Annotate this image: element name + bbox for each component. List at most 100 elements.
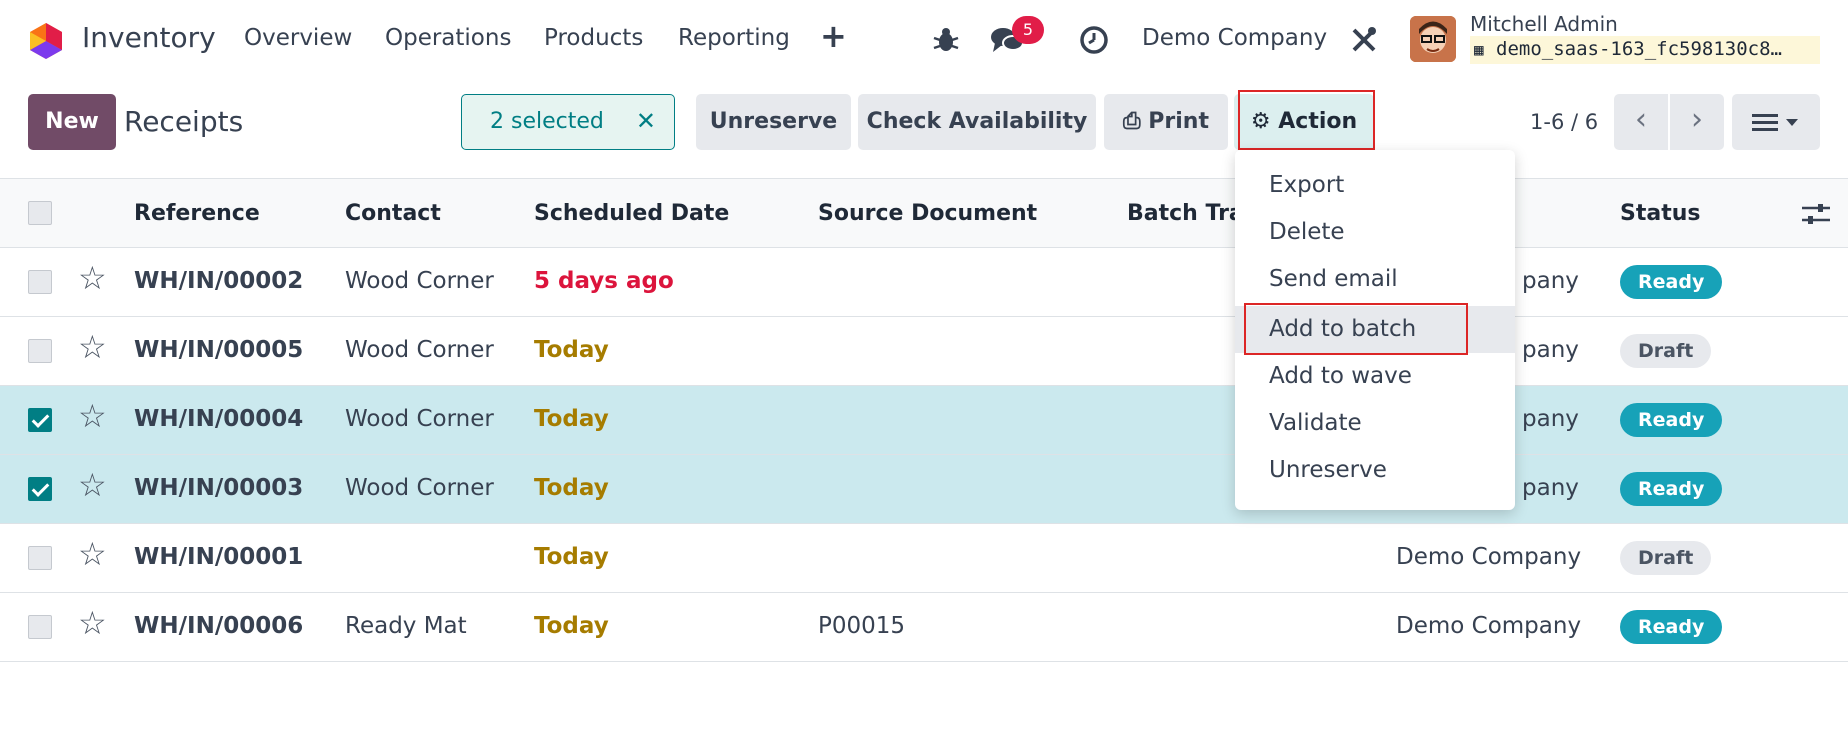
star-icon[interactable]: ☆: [78, 607, 107, 639]
menu-delete[interactable]: Delete: [1235, 209, 1515, 256]
star-icon[interactable]: ☆: [78, 400, 107, 432]
menu-validate[interactable]: Validate: [1235, 400, 1515, 447]
page-title[interactable]: Receipts: [124, 105, 243, 138]
star-icon[interactable]: ☆: [78, 331, 107, 363]
add-to-batch-highlight: [1244, 303, 1468, 355]
pager-value[interactable]: 1-6 / 6: [1530, 110, 1598, 134]
row-checkbox[interactable]: [28, 408, 52, 432]
action-dropdown-menu: Export Delete Send email Add to batch Ad…: [1235, 150, 1515, 510]
status-badge: Draft: [1620, 334, 1712, 368]
row-scheduled-date: Today: [534, 406, 609, 432]
menu-add-to-wave[interactable]: Add to wave: [1235, 353, 1515, 400]
row-reference: WH/IN/00005: [134, 337, 304, 363]
table-row[interactable]: ☆ WH/IN/00002 Wood Corner 5 days ago pany Rea…: [0, 248, 1848, 317]
row-checkbox[interactable]: [28, 339, 52, 363]
row-company: pany: [1522, 337, 1579, 363]
column-contact[interactable]: Contact: [345, 201, 441, 226]
selected-count: 2 selected: [490, 109, 604, 134]
menu-export[interactable]: Export: [1235, 162, 1515, 209]
row-company: pany: [1522, 406, 1579, 432]
print-label: Print: [1148, 109, 1209, 134]
optional-columns-icon[interactable]: [1802, 201, 1830, 227]
row-contact: Wood Corner: [345, 268, 494, 294]
menu-reporting[interactable]: Reporting: [678, 25, 790, 51]
row-reference: WH/IN/00006: [134, 613, 304, 639]
row-checkbox[interactable]: [28, 615, 52, 639]
star-icon[interactable]: ☆: [78, 262, 107, 294]
star-icon[interactable]: ☆: [78, 538, 107, 570]
table-row[interactable]: ☆ WH/IN/00004 Wood Corner Today pany Ready: [0, 386, 1848, 455]
row-contact: Wood Corner: [345, 406, 494, 432]
status-badge: Ready: [1620, 610, 1723, 644]
selection-chip[interactable]: 2 selected ✕: [461, 94, 675, 150]
table-row[interactable]: ☆ WH/IN/00003 Wood Corner Today pany Ready: [0, 455, 1848, 524]
select-all-checkbox[interactable]: [28, 201, 52, 225]
row-contact: Ready Mat: [345, 613, 467, 639]
unreserve-button[interactable]: Unreserve: [696, 94, 851, 150]
control-panel: New Receipts 2 selected ✕ Unreserve Chec…: [0, 78, 1848, 178]
odoo-app-icon[interactable]: [28, 22, 64, 60]
list-view-icon: [1752, 114, 1798, 131]
column-source-document[interactable]: Source Document: [818, 201, 1037, 226]
pager-next-button[interactable]: ›: [1670, 94, 1724, 150]
table-row[interactable]: ☆ WH/IN/00006 Ready Mat Today P00015 Demo Com…: [0, 593, 1848, 662]
plus-icon[interactable]: +: [820, 20, 847, 52]
action-highlight: [1238, 90, 1375, 150]
database-name-text: demo_saas-163_fc598130c8…: [1496, 38, 1782, 60]
clock-icon[interactable]: [1078, 24, 1110, 56]
menu-overview[interactable]: Overview: [244, 25, 352, 51]
row-company: pany: [1522, 475, 1579, 501]
table-header: Reference Contact Scheduled Date Source …: [0, 178, 1848, 248]
top-navbar: Inventory Overview Operations Products R…: [0, 0, 1848, 78]
clear-selection-icon[interactable]: ✕: [636, 107, 656, 135]
row-company: pany: [1522, 268, 1579, 294]
table-row[interactable]: ☆ WH/IN/00001 Today Demo Company Draft: [0, 524, 1848, 593]
tools-icon[interactable]: [1348, 24, 1380, 56]
company-switcher[interactable]: Demo Company: [1142, 25, 1327, 51]
print-button[interactable]: ⎙ Print: [1104, 94, 1228, 150]
menu-products[interactable]: Products: [544, 25, 643, 51]
row-checkbox[interactable]: [28, 477, 52, 501]
column-reference[interactable]: Reference: [134, 201, 260, 226]
user-avatar[interactable]: [1410, 16, 1456, 62]
row-contact: Wood Corner: [345, 475, 494, 501]
table-row[interactable]: ☆ WH/IN/00005 Wood Corner Today pany Draft: [0, 317, 1848, 386]
menu-unreserve[interactable]: Unreserve: [1235, 447, 1515, 494]
row-scheduled-date: Today: [534, 337, 609, 363]
status-badge: Ready: [1620, 403, 1723, 437]
row-scheduled-date: 5 days ago: [534, 268, 674, 294]
pager-previous-button[interactable]: ‹: [1614, 94, 1668, 150]
app-name[interactable]: Inventory: [82, 21, 216, 54]
row-scheduled-date: Today: [534, 613, 609, 639]
row-contact: Wood Corner: [345, 337, 494, 363]
row-reference: WH/IN/00004: [134, 406, 304, 432]
row-checkbox[interactable]: [28, 270, 52, 294]
star-icon[interactable]: ☆: [78, 469, 107, 501]
bug-icon[interactable]: [930, 24, 962, 56]
row-reference: WH/IN/00002: [134, 268, 304, 294]
menu-operations[interactable]: Operations: [385, 25, 511, 51]
row-reference: WH/IN/00003: [134, 475, 304, 501]
row-scheduled-date: Today: [534, 475, 609, 501]
view-switcher-button[interactable]: [1732, 94, 1820, 150]
check-availability-button[interactable]: Check Availability: [858, 94, 1096, 150]
row-company: Demo Company: [1396, 613, 1582, 639]
database-icon: ▦: [1474, 40, 1484, 59]
user-name[interactable]: Mitchell Admin: [1470, 12, 1618, 36]
row-company: Demo Company: [1396, 544, 1582, 570]
column-status[interactable]: Status: [1620, 201, 1700, 226]
status-badge: Ready: [1620, 265, 1723, 299]
database-name: ▦ demo_saas-163_fc598130c8…: [1470, 36, 1820, 64]
status-badge: Ready: [1620, 472, 1723, 506]
row-scheduled-date: Today: [534, 544, 609, 570]
column-scheduled-date[interactable]: Scheduled Date: [534, 201, 729, 226]
menu-send-email[interactable]: Send email: [1235, 256, 1515, 303]
new-button[interactable]: New: [28, 94, 116, 150]
column-batch-transfer[interactable]: Batch Tra: [1127, 201, 1244, 226]
printer-icon: ⎙: [1123, 109, 1141, 134]
status-badge: Draft: [1620, 541, 1712, 575]
message-count-badge: 5: [1012, 16, 1044, 44]
row-checkbox[interactable]: [28, 546, 52, 570]
row-reference: WH/IN/00001: [134, 544, 304, 570]
row-source-document: P00015: [818, 613, 906, 639]
